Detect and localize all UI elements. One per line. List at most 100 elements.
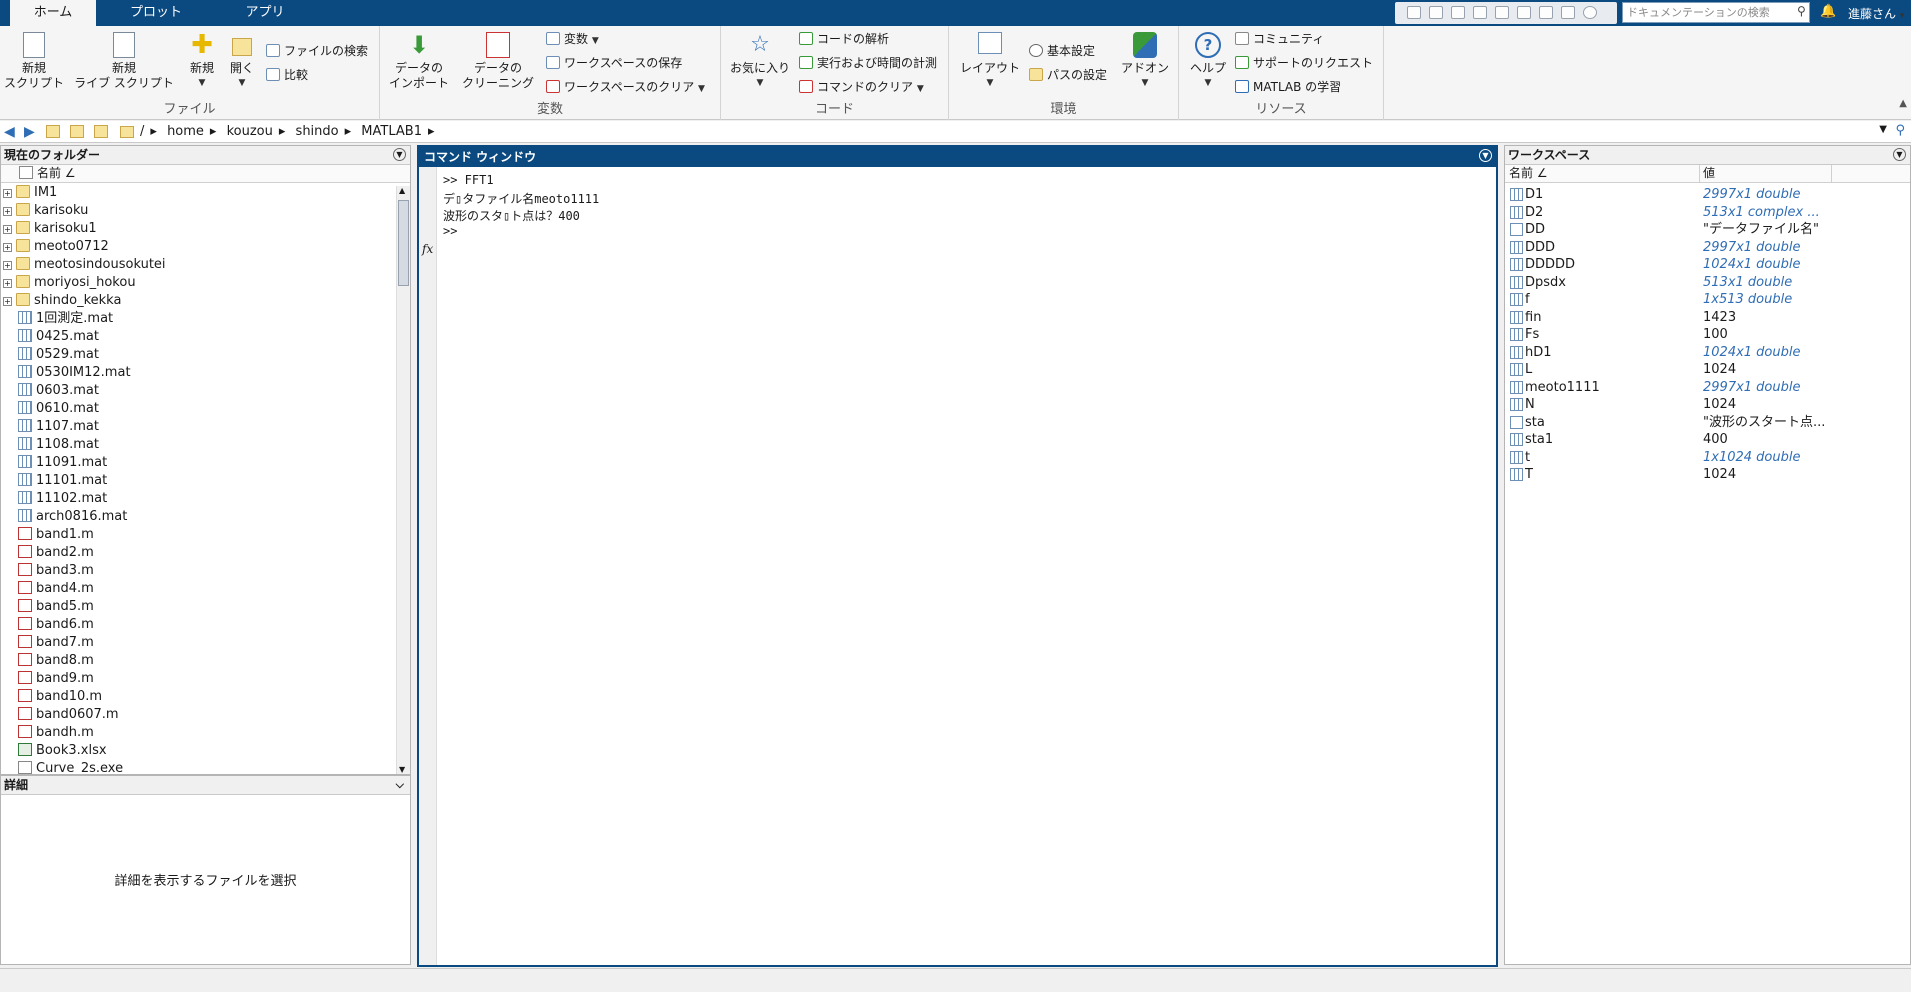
- file-item[interactable]: band1.m: [1, 526, 94, 544]
- expand-icon[interactable]: +: [3, 297, 12, 306]
- collapse-toolstrip-icon[interactable]: ▲: [1899, 98, 1907, 109]
- file-item[interactable]: band7.m: [1, 634, 94, 652]
- workspace-variable-row[interactable]: T 1024: [1505, 466, 1910, 483]
- tab-home[interactable]: ホーム: [10, 0, 96, 26]
- file-item[interactable]: band6.m: [1, 616, 94, 634]
- file-item[interactable]: 0530IM12.mat: [1, 364, 131, 382]
- workspace-variable-row[interactable]: N 1024: [1505, 396, 1910, 413]
- file-item[interactable]: 11091.mat: [1, 454, 107, 472]
- addons-button[interactable]: アドオン ▼: [1115, 32, 1175, 91]
- history-folder-icon[interactable]: [94, 125, 108, 138]
- file-item[interactable]: Book3.xlsx: [1, 742, 107, 760]
- new-live-script-button[interactable]: 新規 ライブ スクリプト: [72, 32, 176, 91]
- user-menu[interactable]: 進藤さん ▾: [1848, 5, 1904, 22]
- workspace-variable-row[interactable]: sta "波形のスタート点...: [1505, 414, 1910, 431]
- file-item[interactable]: band5.m: [1, 598, 94, 616]
- workspace-variable-row[interactable]: sta1 400: [1505, 431, 1910, 448]
- folder-item[interactable]: + karisoku1: [1, 220, 97, 238]
- favorites-button[interactable]: ☆ お気に入り ▼: [727, 32, 793, 91]
- import-data-button[interactable]: ⬇ データの インポート: [384, 32, 454, 91]
- forward-arrow-icon[interactable]: ▶: [24, 124, 35, 140]
- breadcrumb-item[interactable]: home: [167, 124, 204, 139]
- workspace-variable-row[interactable]: t 1x1024 double: [1505, 449, 1910, 466]
- switch-windows-icon[interactable]: [1539, 6, 1553, 19]
- new-button[interactable]: ✚ 新規 ▼: [182, 32, 222, 91]
- file-item[interactable]: 11102.mat: [1, 490, 107, 508]
- details-chevron-down-icon[interactable]: ⌵: [396, 776, 404, 794]
- breadcrumb-item[interactable]: /: [140, 124, 144, 139]
- file-item[interactable]: band4.m: [1, 580, 94, 598]
- folder-item[interactable]: + shindo_kekka: [1, 292, 121, 310]
- search-icon[interactable]: ⚲: [1797, 4, 1806, 18]
- search-folder-icon[interactable]: ⚲: [1895, 123, 1905, 138]
- request-support-button[interactable]: サポートのリクエスト: [1235, 54, 1373, 72]
- workspace-variable-row[interactable]: D1 2997x1 double: [1505, 186, 1910, 203]
- file-item[interactable]: 1107.mat: [1, 418, 99, 436]
- variable-button[interactable]: 変数 ▼: [546, 30, 599, 48]
- file-item[interactable]: bandh.m: [1, 724, 94, 742]
- breadcrumb-item[interactable]: MATLAB1: [361, 124, 422, 139]
- tab-plots[interactable]: プロット: [110, 0, 202, 26]
- help-icon[interactable]: [1561, 6, 1575, 19]
- paste-icon[interactable]: [1473, 6, 1487, 19]
- community-button[interactable]: コミュニティ: [1235, 30, 1324, 48]
- file-item[interactable]: Curve_2s.exe: [1, 760, 123, 774]
- file-item[interactable]: band8.m: [1, 652, 94, 670]
- new-script-button[interactable]: 新規 スクリプト: [2, 32, 66, 91]
- workspace-variable-row[interactable]: f 1x513 double: [1505, 291, 1910, 308]
- column-header-value[interactable]: 値: [1703, 165, 1715, 182]
- file-item[interactable]: band10.m: [1, 688, 102, 706]
- file-item[interactable]: 0425.mat: [1, 328, 99, 346]
- analyze-code-button[interactable]: コードの解析: [799, 30, 889, 48]
- workspace-variable-row[interactable]: DD "データファイル名": [1505, 221, 1910, 238]
- expand-icon[interactable]: +: [3, 225, 12, 234]
- clear-workspace-button[interactable]: ワークスペースのクリア ▼: [546, 78, 705, 96]
- breadcrumb[interactable]: / ▸ home ▸ kouzou ▸ shindo ▸ MATLAB1 ▸: [140, 123, 441, 141]
- customize-icon[interactable]: [1583, 6, 1597, 19]
- save-icon[interactable]: [1407, 6, 1421, 19]
- notification-bell-icon[interactable]: 🔔: [1820, 4, 1836, 19]
- folder-item[interactable]: + moriyosi_hokou: [1, 274, 136, 292]
- clear-commands-button[interactable]: コマンドのクリア ▼: [799, 78, 924, 96]
- workspace-variable-row[interactable]: D2 513x1 complex ...: [1505, 204, 1910, 221]
- back-arrow-icon[interactable]: ◀: [4, 124, 15, 140]
- learn-matlab-button[interactable]: MATLAB の学習: [1235, 78, 1341, 96]
- up-folder-icon[interactable]: [46, 125, 60, 138]
- set-path-button[interactable]: パスの設定: [1029, 66, 1107, 84]
- file-item[interactable]: 1108.mat: [1, 436, 99, 454]
- scrollbar-thumb[interactable]: [398, 200, 409, 286]
- layout-button[interactable]: レイアウト ▼: [955, 32, 1025, 91]
- workspace-variable-row[interactable]: fin 1423: [1505, 309, 1910, 326]
- browse-folder-icon[interactable]: [70, 125, 84, 138]
- help-button[interactable]: ? ヘルプ ▼: [1183, 32, 1233, 91]
- folder-scrollbar[interactable]: ▲ ▼: [396, 186, 410, 774]
- workspace-variable-row[interactable]: L 1024: [1505, 361, 1910, 378]
- workspace-variable-row[interactable]: hD1 1024x1 double: [1505, 344, 1910, 361]
- compare-button[interactable]: 比較: [266, 66, 308, 84]
- command-prompt[interactable]: >>: [443, 224, 457, 238]
- breadcrumb-item[interactable]: shindo: [296, 124, 339, 139]
- panel-menu-chevron-icon[interactable]: ▼: [1893, 148, 1906, 161]
- workspace-variable-row[interactable]: Dpsdx 513x1 double: [1505, 274, 1910, 291]
- expand-icon[interactable]: +: [3, 261, 12, 270]
- workspace-variable-row[interactable]: Fs 100: [1505, 326, 1910, 343]
- tab-apps[interactable]: アプリ: [220, 0, 310, 26]
- workspace-variable-row[interactable]: DDD 2997x1 double: [1505, 239, 1910, 256]
- preferences-button[interactable]: 基本設定: [1029, 42, 1095, 60]
- fx-function-icon[interactable]: fx: [422, 242, 433, 256]
- path-dropdown-chevron-icon[interactable]: ▼: [1879, 124, 1887, 135]
- file-item[interactable]: 11101.mat: [1, 472, 107, 490]
- find-files-button[interactable]: ファイルの検索: [266, 42, 368, 60]
- file-item[interactable]: band2.m: [1, 544, 94, 562]
- scroll-down-icon[interactable]: ▼: [399, 765, 405, 774]
- run-and-time-button[interactable]: 実行および時間の計測: [799, 54, 937, 72]
- open-button[interactable]: 開く ▼: [224, 32, 260, 91]
- column-header-name[interactable]: 名前 ∠: [1, 165, 410, 183]
- copy-icon[interactable]: [1451, 6, 1465, 19]
- scroll-up-icon[interactable]: ▲: [399, 186, 405, 195]
- workspace-variable-row[interactable]: meoto1111 2997x1 double: [1505, 379, 1910, 396]
- file-item[interactable]: 1回測定.mat: [1, 310, 113, 328]
- panel-menu-chevron-icon[interactable]: ▼: [1479, 149, 1492, 162]
- panel-menu-chevron-icon[interactable]: ▼: [393, 148, 406, 161]
- clean-data-button[interactable]: データの クリーニング: [458, 32, 538, 91]
